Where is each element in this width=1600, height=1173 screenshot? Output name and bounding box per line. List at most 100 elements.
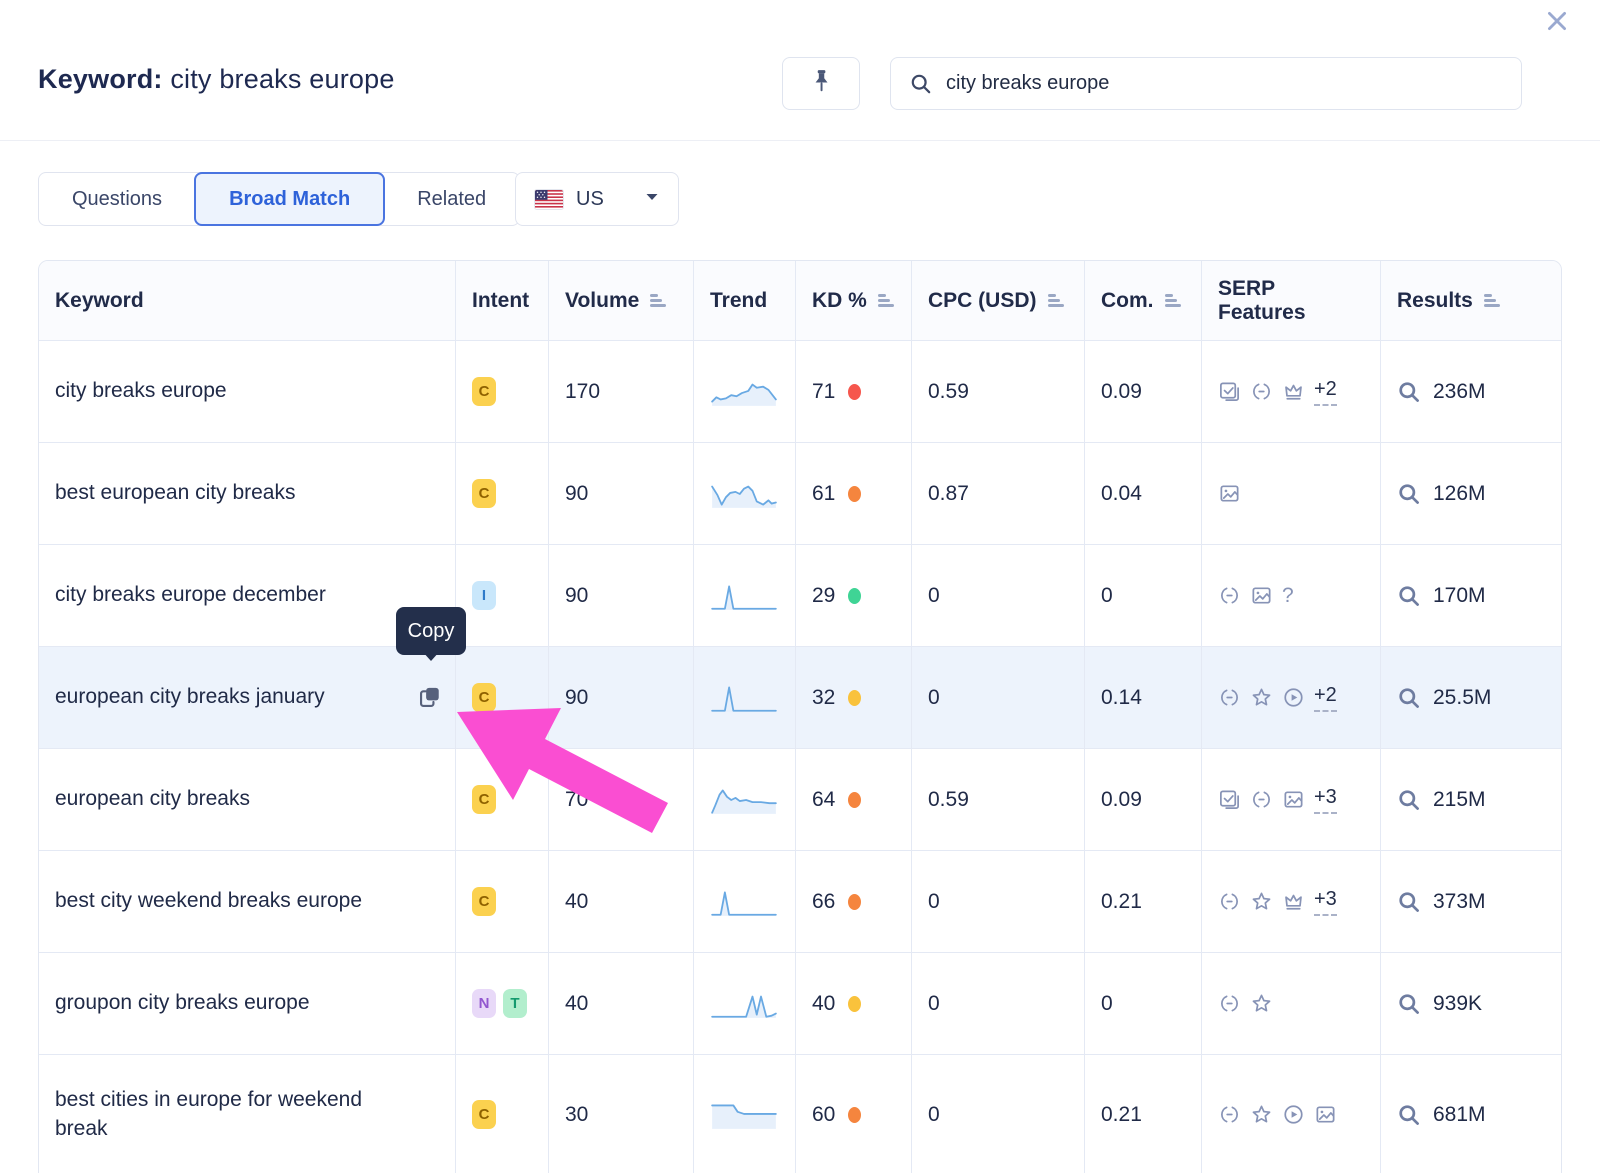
serp-more-badge[interactable]: +3: [1314, 786, 1337, 814]
intent-badge-informational: I: [472, 581, 496, 610]
keyword-cell[interactable]: european city breaks january: [39, 647, 456, 749]
keyword-cell[interactable]: groupon city breaks europe: [39, 953, 456, 1055]
intent-cell: C: [456, 341, 549, 443]
results-cell: 126M: [1381, 443, 1562, 545]
column-header-intent: Intent: [456, 261, 549, 341]
serp-link-icon: [1218, 992, 1241, 1015]
column-header-results[interactable]: Results: [1381, 261, 1562, 341]
open-serp-icon[interactable]: [1397, 584, 1421, 608]
tab-questions[interactable]: Questions: [39, 173, 195, 225]
intent-badge-commercial: C: [472, 785, 496, 814]
keyword-text[interactable]: european city breaks january: [55, 683, 325, 711]
serp-image-icon: [1218, 482, 1241, 505]
copy-tooltip: Copy: [396, 607, 466, 655]
serp-more-badge[interactable]: +2: [1314, 684, 1337, 712]
sort-icon[interactable]: [1484, 294, 1500, 307]
close-icon[interactable]: [1540, 4, 1574, 38]
kd-difficulty-dot: [848, 588, 861, 604]
keyword-text[interactable]: best city weekend breaks europe: [55, 887, 362, 915]
serp-link-icon: [1250, 788, 1273, 811]
open-serp-icon[interactable]: [1397, 686, 1421, 710]
trend-sparkline: [694, 545, 796, 647]
search-box[interactable]: [890, 57, 1522, 110]
sort-icon[interactable]: [1165, 294, 1181, 307]
kd-difficulty-dot: [848, 1107, 861, 1123]
column-header-label: Trend: [710, 289, 767, 313]
results-cell: 215M: [1381, 749, 1562, 851]
kd-value: 60: [812, 1103, 835, 1127]
serp-link-icon: [1218, 584, 1241, 607]
serp-crown-icon: [1282, 380, 1305, 403]
results-value: 939K: [1433, 992, 1482, 1016]
serp-star-icon: [1250, 890, 1273, 913]
open-serp-icon[interactable]: [1397, 788, 1421, 812]
kd-cell: 66: [796, 851, 912, 953]
keyword-cell[interactable]: best cities in europe for weekend break: [39, 1055, 456, 1173]
copy-icon[interactable]: [416, 684, 443, 711]
keyword-text[interactable]: european city breaks: [55, 785, 250, 813]
serp-features-cell: ?: [1202, 545, 1381, 647]
serp-more-badge[interactable]: +3: [1314, 888, 1337, 916]
keyword-cell[interactable]: european city breaks: [39, 749, 456, 851]
keyword-cell[interactable]: city breaks europe december: [39, 545, 456, 647]
open-serp-icon[interactable]: [1397, 890, 1421, 914]
volume-cell: 170: [549, 341, 694, 443]
kd-value: 29: [812, 584, 835, 608]
serp-more-badge[interactable]: +2: [1314, 378, 1337, 406]
intent-badge-commercial: C: [472, 479, 496, 508]
search-input[interactable]: [946, 72, 1503, 95]
trend-sparkline: [694, 1055, 796, 1173]
keyword-text[interactable]: city breaks europe december: [55, 581, 326, 609]
serp-crown-icon: [1282, 890, 1305, 913]
kd-cell: 61: [796, 443, 912, 545]
tab-related[interactable]: Related: [384, 173, 519, 225]
kd-value: 66: [812, 890, 835, 914]
column-header-label: Volume: [565, 289, 639, 313]
open-serp-icon[interactable]: [1397, 1103, 1421, 1127]
table-header-row: Keyword Intent Volume Trend KD %CPC (USD)Com…: [39, 261, 1561, 341]
serp-question-icon: ?: [1282, 584, 1294, 608]
tab-broad-match[interactable]: Broad Match: [194, 172, 385, 226]
volume-cell: 40: [549, 851, 694, 953]
keyword-text[interactable]: groupon city breaks europe: [55, 989, 310, 1017]
keyword-text[interactable]: city breaks europe: [55, 377, 227, 405]
intent-cell: C: [456, 851, 549, 953]
table-row: city breaks europeC170 710.590.09+2236M: [39, 341, 1561, 443]
country-select[interactable]: US: [515, 172, 679, 226]
serp-features-cell: [1202, 443, 1381, 545]
table-row: best european city breaksC90 610.870.041…: [39, 443, 1561, 545]
open-serp-icon[interactable]: [1397, 992, 1421, 1016]
column-header-label: SERP Features: [1218, 277, 1364, 325]
kd-difficulty-dot: [848, 486, 861, 502]
sort-icon[interactable]: [650, 294, 666, 307]
column-header-volume[interactable]: Volume: [549, 261, 694, 341]
sort-icon[interactable]: [1048, 294, 1064, 307]
kd-cell: 71: [796, 341, 912, 443]
serp-link-icon: [1218, 890, 1241, 913]
column-header-kd[interactable]: KD %: [796, 261, 912, 341]
trend-sparkline: [694, 953, 796, 1055]
keyword-overview-panel: Keyword: city breaks europe Questions Br…: [0, 0, 1600, 1173]
volume-cell: 90: [549, 647, 694, 749]
serp-link-icon: [1218, 1103, 1241, 1126]
keyword-cell[interactable]: best european city breaks: [39, 443, 456, 545]
com-cell: 0: [1085, 953, 1202, 1055]
open-serp-icon[interactable]: [1397, 380, 1421, 404]
keyword-text[interactable]: best european city breaks: [55, 479, 295, 507]
column-header-com[interactable]: Com.: [1085, 261, 1202, 341]
sort-icon[interactable]: [878, 294, 894, 307]
pin-icon: [808, 67, 834, 100]
kd-difficulty-dot: [848, 792, 861, 808]
column-header-label: Keyword: [55, 289, 144, 313]
keyword-cell[interactable]: best city weekend breaks europe: [39, 851, 456, 953]
trend-sparkline: [694, 647, 796, 749]
column-header-cpc-usd[interactable]: CPC (USD): [912, 261, 1085, 341]
serp-star-icon: [1250, 992, 1273, 1015]
keyword-cell[interactable]: city breaks europe: [39, 341, 456, 443]
results-cell: 681M: [1381, 1055, 1562, 1173]
open-serp-icon[interactable]: [1397, 482, 1421, 506]
results-cell: 373M: [1381, 851, 1562, 953]
pin-button[interactable]: [782, 57, 860, 110]
keyword-text[interactable]: best cities in europe for weekend break: [55, 1086, 407, 1143]
com-cell: 0.21: [1085, 1055, 1202, 1173]
